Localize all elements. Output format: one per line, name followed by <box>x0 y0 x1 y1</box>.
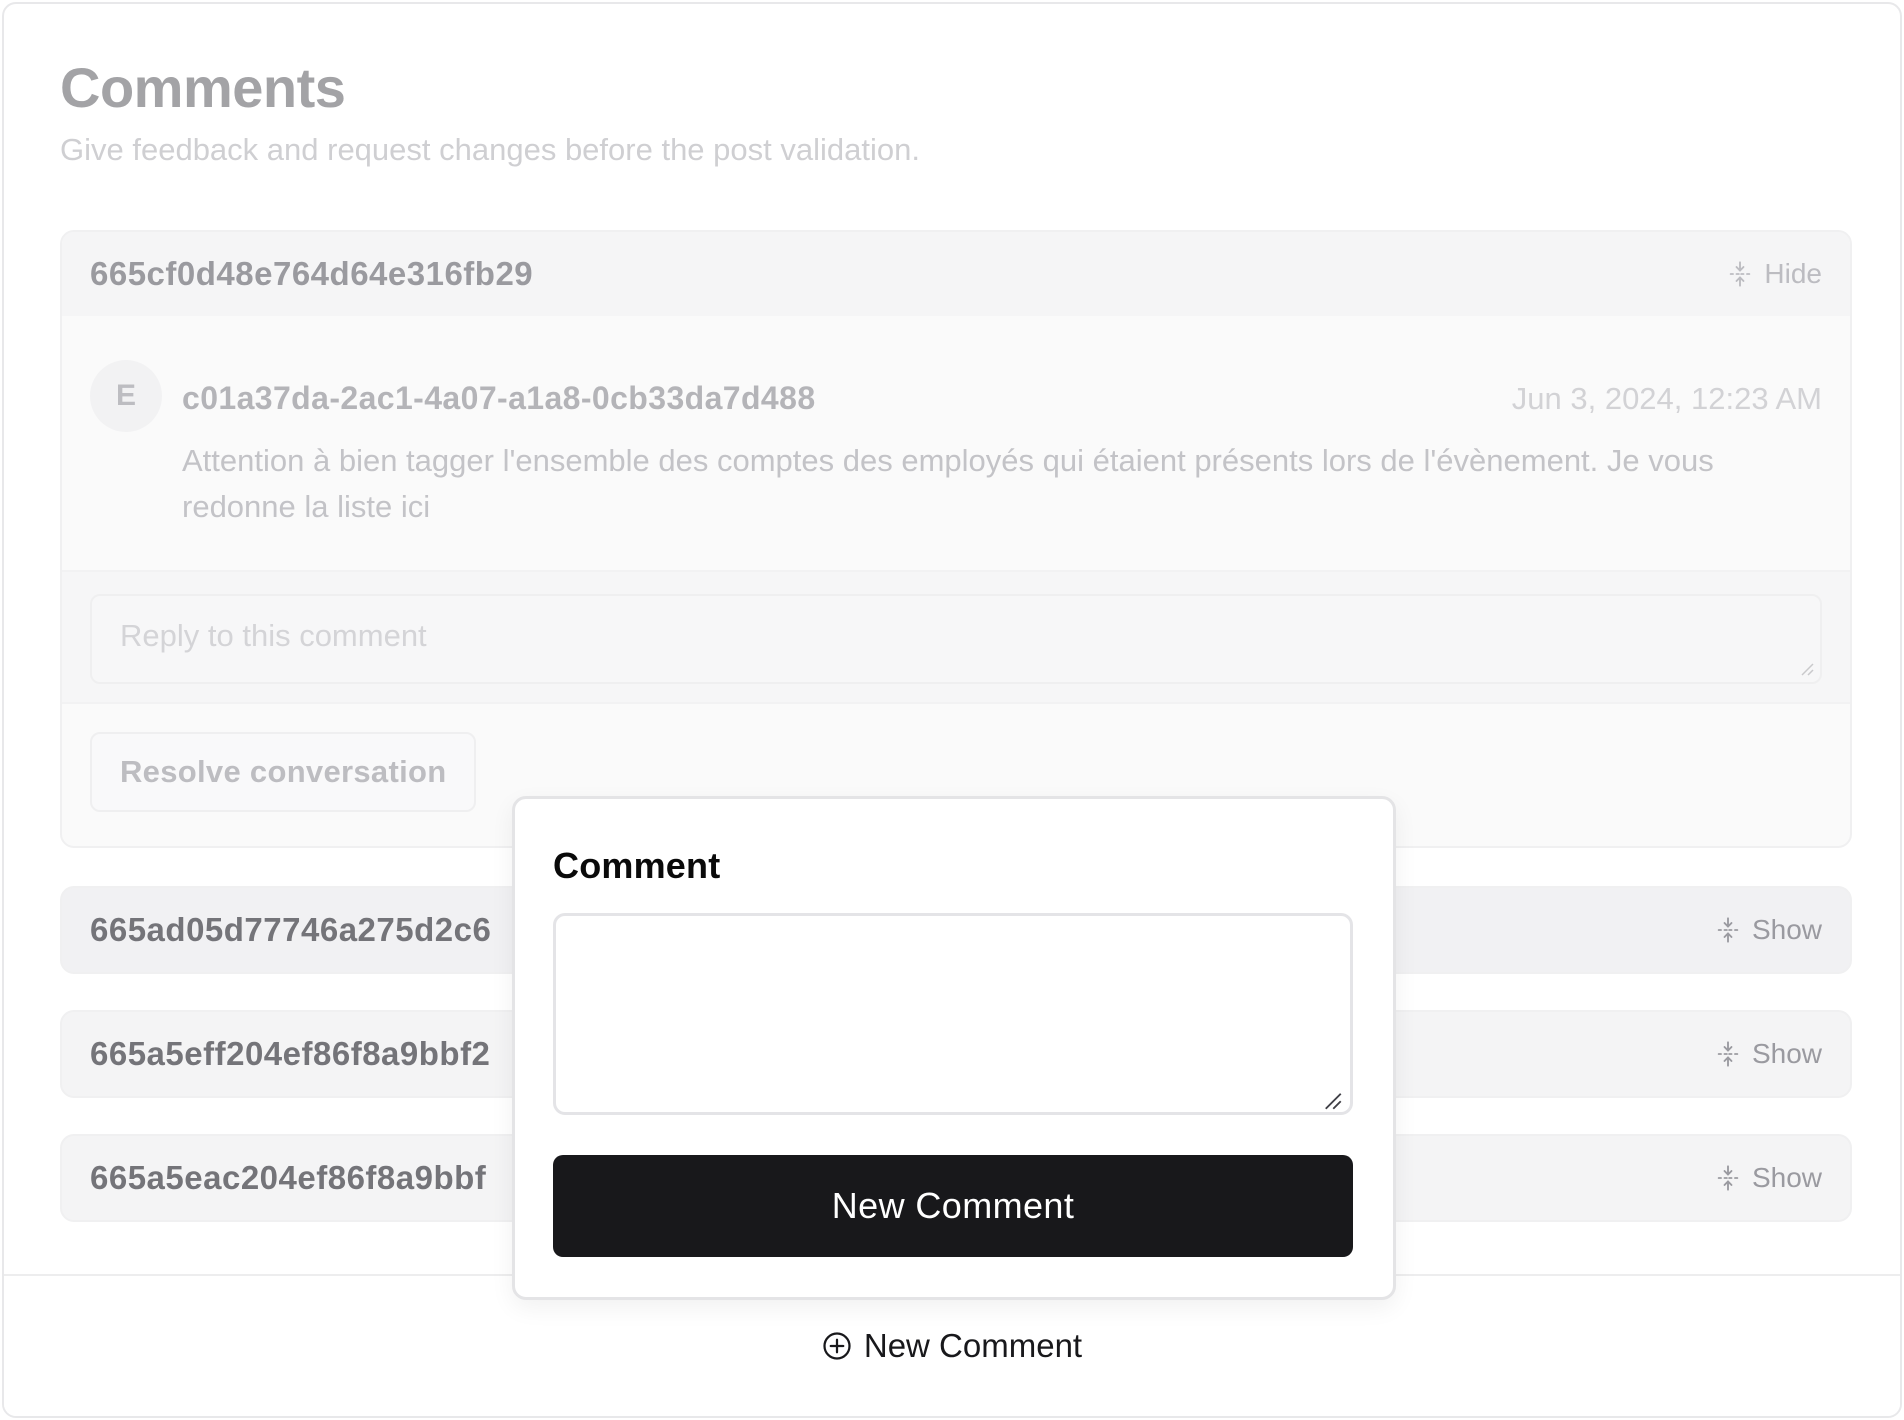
page-title: Comments <box>60 56 346 119</box>
thread-header[interactable]: 665cf0d48e764d64e316fb29 Hide <box>62 232 1850 316</box>
reply-input[interactable]: Reply to this comment <box>90 594 1822 684</box>
unfold-vertical-icon <box>1717 1041 1739 1067</box>
new-comment-popover: Comment New Comment <box>512 796 1396 1300</box>
reply-area: Reply to this comment <box>62 570 1850 704</box>
unfold-vertical-icon <box>1730 261 1751 287</box>
new-comment-label: New Comment <box>863 1327 1083 1364</box>
toggle-label: Show <box>1751 914 1822 945</box>
reply-placeholder: Reply to this comment <box>120 618 427 653</box>
hide-toggle[interactable]: Hide <box>1726 258 1822 290</box>
thread-id: 665a5eff204ef86f8a9bbf2 <box>90 1035 491 1072</box>
unfold-vertical-icon <box>1717 1165 1739 1191</box>
show-toggle[interactable]: Show <box>1714 1038 1822 1070</box>
comment-date: Jun 3, 2024, 12:23 AM <box>1511 380 1822 416</box>
thread-card-expanded: 665cf0d48e764d64e316fb29 Hide E c01a37da… <box>60 230 1852 848</box>
avatar: E <box>90 360 162 432</box>
new-comment-trigger-button[interactable]: New Comment <box>822 1327 1082 1365</box>
page-subtitle: Give feedback and request changes before… <box>60 132 920 167</box>
new-comment-submit-button[interactable]: New Comment <box>553 1155 1353 1257</box>
toggle-label: Show <box>1751 1162 1822 1193</box>
comment-textarea[interactable] <box>553 913 1353 1115</box>
comment-item: E c01a37da-2ac1-4a07-a1a8-0cb33da7d488 J… <box>62 316 1850 570</box>
toggle-label: Hide <box>1764 258 1822 289</box>
plus-circle-icon <box>823 1332 851 1360</box>
comment-meta: c01a37da-2ac1-4a07-a1a8-0cb33da7d488 Jun… <box>182 380 1822 417</box>
thread-id: 665ad05d77746a275d2c6 <box>90 911 492 948</box>
resolve-conversation-button[interactable]: Resolve conversation <box>90 732 477 812</box>
comment-message: Attention à bien tagger l'ensemble des c… <box>182 443 1714 524</box>
resize-grip-icon[interactable] <box>1322 1090 1342 1110</box>
unfold-vertical-icon <box>1717 917 1739 943</box>
comment-author: c01a37da-2ac1-4a07-a1a8-0cb33da7d488 <box>182 380 816 416</box>
show-toggle[interactable]: Show <box>1714 914 1822 946</box>
toggle-label: Show <box>1751 1038 1822 1069</box>
show-toggle[interactable]: Show <box>1714 1162 1822 1194</box>
thread-id: 665a5eac204ef86f8a9bbf <box>90 1159 487 1196</box>
comments-panel: Comments Give feedback and request chang… <box>2 2 1902 1418</box>
resize-grip-icon[interactable] <box>1798 660 1814 676</box>
comment-field-label: Comment <box>553 845 721 886</box>
thread-id: 665cf0d48e764d64e316fb29 <box>90 255 534 292</box>
